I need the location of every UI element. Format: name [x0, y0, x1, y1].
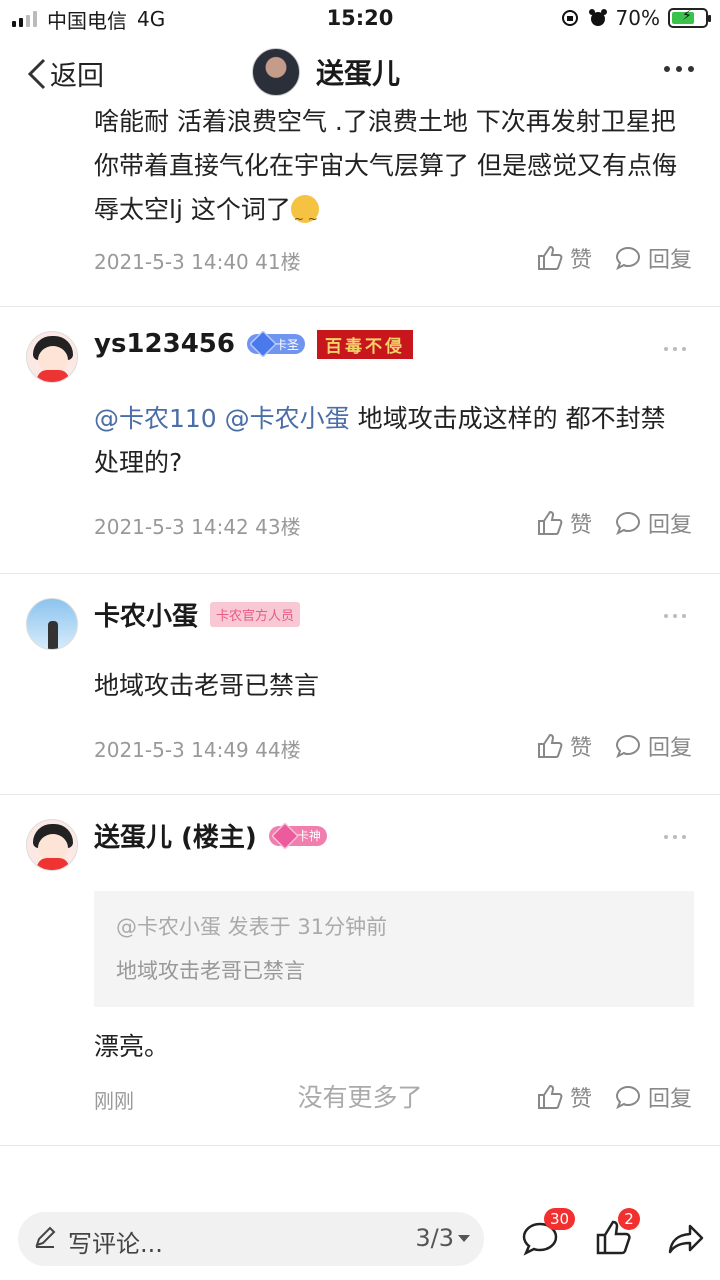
- comment-bubble-icon: [615, 246, 640, 271]
- battery-percent: 70%: [615, 6, 660, 30]
- comment-bubble-icon: [615, 734, 640, 759]
- back-label: 返回: [50, 61, 104, 92]
- triangle-down-icon: [458, 1234, 470, 1242]
- page-selector[interactable]: 3/3: [415, 1224, 470, 1252]
- reply-list: 啥能耐 活着浪费空气 .了浪费土地 下次再发射卫星把你带着直接气化在宇宙大气层算…: [0, 100, 720, 1146]
- thumbs-up-icon: [537, 733, 563, 758]
- status-bar: 中国电信 4G 15:20 70% ⚡: [0, 0, 720, 38]
- pencil-icon: [35, 1226, 56, 1248]
- post-meta: 2021-5-3 14:40 41楼: [94, 250, 301, 274]
- mention-link[interactable]: @卡农小蛋: [225, 404, 350, 433]
- official-badge: 卡农官方人员: [210, 602, 301, 627]
- chevron-left-icon: [27, 58, 46, 89]
- avatar[interactable]: [26, 819, 78, 871]
- post-more-button[interactable]: [664, 835, 686, 839]
- post-meta: 2021-5-3 14:42 43楼: [94, 515, 301, 539]
- comments-count-badge: 30: [544, 1208, 576, 1230]
- quoted-reply[interactable]: @卡农小蛋 发表于 31分钟前 地域攻击老哥已禁言: [94, 891, 694, 1007]
- nav-bar: 返回 送蛋儿: [0, 40, 720, 106]
- alarm-icon: [588, 9, 607, 26]
- level-badge: 卡神: [268, 825, 327, 846]
- share-arrow-icon: [668, 1224, 704, 1254]
- thumbs-up-icon: [537, 510, 563, 535]
- post-text: 地域攻击老哥已禁言: [94, 671, 320, 700]
- author-name[interactable]: 送蛋儿 (楼主): [94, 817, 257, 854]
- reply-post: ys123456 卡圣 百毒不侵 @卡农110 @卡农小蛋 地域攻击成这样的 都…: [0, 307, 720, 574]
- author-name[interactable]: ys123456: [94, 329, 235, 359]
- likes-count-badge: 2: [618, 1208, 640, 1230]
- back-button[interactable]: 返回: [26, 54, 104, 93]
- reply-button[interactable]: 回复: [614, 730, 692, 762]
- post-text: 啥能耐 活着浪费空气 .了浪费土地 下次再发射卫星把你带着直接气化在宇宙大气层算…: [0, 100, 720, 234]
- battery-icon: ⚡: [668, 8, 711, 28]
- thumbs-up-icon: [537, 245, 563, 270]
- like-post-button[interactable]: 2: [594, 1208, 640, 1258]
- avatar[interactable]: [26, 598, 78, 650]
- post-text: 漂亮。: [94, 1032, 170, 1061]
- quote-body: 地域攻击老哥已禁言: [116, 959, 305, 983]
- post-meta: 2021-5-3 14:49 44楼: [94, 738, 301, 762]
- comments-button[interactable]: 30: [520, 1208, 576, 1258]
- more-options-button[interactable]: [664, 66, 694, 72]
- quote-header: @卡农小蛋 发表于 31分钟前: [116, 915, 388, 939]
- post-more-button[interactable]: [664, 614, 686, 618]
- no-more-label: 没有更多了: [297, 1083, 423, 1112]
- level-badge: 卡圣: [246, 334, 305, 354]
- author-name[interactable]: 卡农小蛋: [94, 596, 198, 633]
- reply-button[interactable]: 回复: [614, 242, 692, 274]
- share-button[interactable]: [666, 1218, 706, 1258]
- like-button[interactable]: 赞: [536, 507, 592, 539]
- mention-link[interactable]: @卡农110: [94, 404, 217, 433]
- page-title: 送蛋儿: [316, 57, 401, 90]
- comment-placeholder: 写评论...: [68, 1230, 163, 1258]
- post-more-button[interactable]: [664, 347, 686, 351]
- title-badge: 百毒不侵: [316, 329, 413, 359]
- reply-button[interactable]: 回复: [614, 507, 692, 539]
- reply-post: 卡农小蛋 卡农官方人员 地域攻击老哥已禁言 2021-5-3 14:49 44楼…: [0, 574, 720, 795]
- author-avatar[interactable]: [252, 48, 300, 96]
- previous-post: 啥能耐 活着浪费空气 .了浪费土地 下次再发射卫星把你带着直接气化在宇宙大气层算…: [0, 100, 720, 307]
- like-button[interactable]: 赞: [536, 242, 592, 274]
- like-button[interactable]: 赞: [536, 730, 592, 762]
- comment-input[interactable]: 写评论... 3/3: [18, 1212, 484, 1266]
- smirk-emoji-icon: [290, 195, 319, 234]
- bottom-toolbar: 写评论... 3/3 30 2: [0, 1204, 720, 1280]
- avatar[interactable]: [26, 331, 78, 383]
- comment-bubble-icon: [615, 511, 640, 536]
- rotation-lock-icon: [561, 10, 578, 26]
